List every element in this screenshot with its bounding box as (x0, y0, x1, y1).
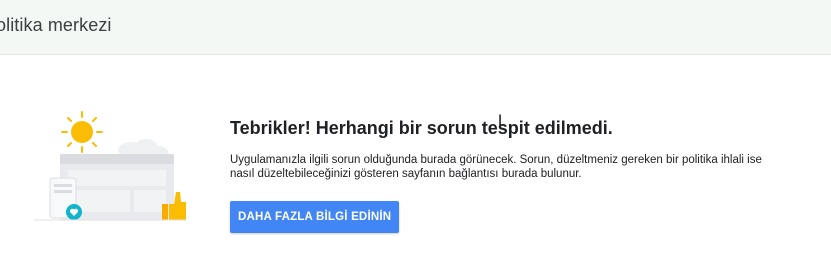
text-cursor-icon: I (498, 113, 503, 129)
success-illustration (30, 108, 190, 226)
success-headline: Tebrikler! Herhangi bir sorun tespit edi… (230, 118, 613, 138)
learn-more-button[interactable]: DAHA FAZLA BİLGİ EDİNİN (230, 201, 400, 233)
app-header: olitika merkezi (0, 0, 831, 55)
heart-badge-icon (66, 204, 82, 220)
status-panel: Tebrikler! Herhangi bir sorun tespit edi… (230, 118, 790, 233)
page-title: olitika merkezi (0, 15, 112, 35)
illustration-svg (34, 111, 186, 221)
status-description: Uygulamanızla ilgili sorun olduğunda bur… (230, 154, 762, 180)
sun-icon (61, 111, 103, 153)
